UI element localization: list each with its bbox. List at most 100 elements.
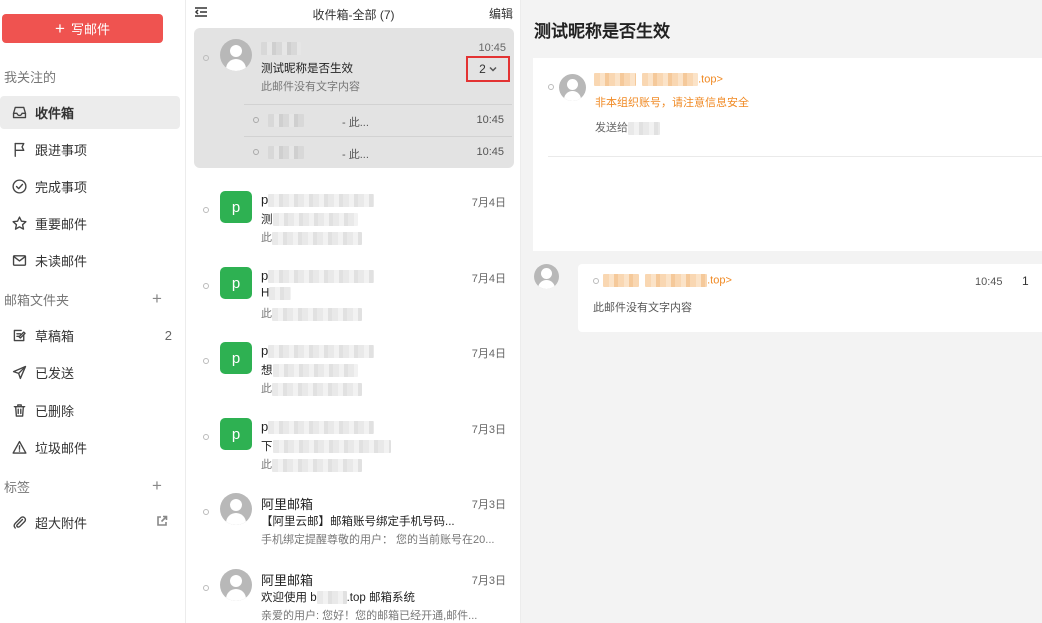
add-folder-icon[interactable]: +	[152, 290, 162, 307]
sub-preview: - 此...	[342, 149, 369, 161]
reply-sender-avatar	[534, 264, 559, 289]
mail-sender: 阿里邮箱	[261, 497, 314, 512]
mail-time: 7月3日	[471, 424, 506, 436]
unread-dot[interactable]	[203, 207, 209, 213]
mail-item[interactable]: p p 7月4日 H 此	[194, 256, 514, 326]
reading-pane: 测试昵称是否生效 .top> 非本组织账号，请注意信息安全 发送给 .top> …	[521, 0, 1042, 623]
subject-suffix: .top 邮箱系统	[346, 592, 415, 604]
star-icon	[10, 215, 28, 233]
reply-index: 1	[1022, 274, 1029, 288]
sidebar: + 写邮件 我关注的 收件箱 跟进事项 完成事项 重要邮件 未读邮件 邮箱文件夹…	[0, 0, 186, 623]
mail-item[interactable]: p p 7月3日 下 此	[194, 407, 514, 477]
nav-item-done[interactable]: 完成事项	[0, 170, 180, 203]
flag-icon	[10, 141, 28, 159]
external-warning: 非本组织账号，请注意信息安全	[595, 97, 749, 109]
drafts-count: 2	[164, 328, 172, 343]
add-tag-icon[interactable]: +	[152, 477, 162, 494]
thread-sub-item[interactable]: - 此... 10:45	[244, 136, 512, 167]
mail-list-title: 收件箱-全部 (7)	[312, 8, 395, 22]
draft-icon	[10, 327, 28, 345]
nav-item-large-attachment[interactable]: 超大附件	[0, 506, 180, 539]
sender-prefix: p	[261, 268, 269, 283]
nav-item-spam[interactable]: 垃圾邮件	[0, 431, 180, 464]
compose-button[interactable]: + 写邮件	[2, 14, 163, 43]
nav-item-follow-up[interactable]: 跟进事项	[0, 133, 180, 166]
redacted-sender	[268, 270, 375, 284]
mail-item-selected[interactable]: 10:45 测试昵称是否生效 此邮件没有文字内容 2 - 此... 10:45 …	[194, 28, 514, 168]
nav-item-deleted[interactable]: 已删除	[0, 394, 180, 427]
mail-item[interactable]: 阿里邮箱 7月3日 欢迎使用 b .top 邮箱系统 亲爱的用户: 您好！您的邮箱…	[194, 558, 514, 623]
redacted-subject	[269, 287, 292, 300]
sub-time: 10:45	[476, 146, 504, 158]
nav-label-large-attachment: 超大附件	[35, 516, 88, 531]
mail-item[interactable]: p p 7月4日 测 此	[194, 180, 514, 250]
mail-sender: p	[261, 419, 375, 435]
redacted-preview	[272, 382, 362, 396]
redacted-sender-address	[645, 274, 708, 287]
edit-button[interactable]: 编辑	[489, 5, 513, 22]
mail-subject: H	[261, 287, 501, 300]
mail-preview: 此	[261, 305, 501, 321]
nav-item-drafts[interactable]: 草稿箱 2	[0, 319, 180, 352]
mail-sender: p	[261, 343, 375, 359]
mail-time: 7月4日	[471, 348, 506, 360]
thread-count-toggle[interactable]: 2	[466, 56, 510, 82]
section-folders-title: 邮箱文件夹	[4, 293, 70, 308]
unread-dot[interactable]	[203, 55, 209, 61]
avatar	[220, 569, 252, 601]
avatar: p	[220, 418, 252, 450]
sub-dot	[253, 149, 259, 155]
envelope-icon	[10, 252, 28, 270]
check-circle-icon	[10, 178, 28, 196]
redacted-domain	[316, 591, 347, 605]
sub-time: 10:45	[476, 114, 504, 126]
external-link-icon[interactable]	[156, 515, 168, 530]
mail-subject: 【阿里云邮】邮箱账号绑定手机号码...	[261, 516, 455, 528]
unread-dot[interactable]	[593, 278, 599, 284]
unread-dot[interactable]	[203, 283, 209, 289]
mail-sender: p	[261, 192, 375, 208]
plus-icon: +	[55, 19, 65, 38]
divider	[548, 156, 1042, 157]
mail-sender: 阿里邮箱	[261, 573, 314, 588]
unread-dot[interactable]	[203, 434, 209, 440]
reply-body: 此邮件没有文字内容	[593, 302, 692, 314]
avatar	[220, 39, 252, 71]
unread-dot[interactable]	[203, 585, 209, 591]
sender-prefix: p	[261, 419, 269, 434]
send-icon	[10, 364, 28, 382]
nav-label-deleted: 已删除	[35, 404, 75, 419]
unread-dot[interactable]	[203, 509, 209, 515]
preview-prefix: 此	[261, 308, 272, 320]
mail-subject: 测试昵称是否生效	[261, 63, 353, 75]
nav-item-sent[interactable]: 已发送	[0, 356, 180, 389]
redacted-subject	[272, 364, 358, 378]
nav-label-inbox: 收件箱	[35, 106, 75, 121]
sub-preview: - 此...	[342, 117, 369, 129]
preview-prefix: 此	[261, 459, 272, 471]
mail-time: 10:45	[478, 42, 506, 54]
nav-item-unread[interactable]: 未读邮件	[0, 244, 180, 277]
reply-time: 10:45	[975, 276, 1003, 288]
mail-preview: 此邮件没有文字内容	[261, 81, 360, 93]
redacted-sender	[261, 42, 301, 56]
mail-item[interactable]: 阿里邮箱 7月3日 【阿里云邮】邮箱账号绑定手机号码... 手机绑定提醒尊敬的用…	[194, 482, 514, 552]
preview-prefix: 此	[261, 232, 272, 244]
redacted-sender-address	[642, 73, 699, 86]
unread-dot[interactable]	[203, 358, 209, 364]
to-label: 发送给	[595, 122, 628, 134]
redacted-preview	[272, 231, 362, 245]
nav-label-drafts: 草稿箱	[35, 329, 75, 344]
mail-item[interactable]: p p 7月4日 想 此	[194, 331, 514, 401]
thread-message-card[interactable]: .top> 10:45 1 此邮件没有文字内容	[578, 264, 1042, 332]
subject-prefix: 测	[261, 214, 273, 226]
nav-item-inbox[interactable]: 收件箱	[0, 96, 180, 129]
thread-sub-item[interactable]: - 此... 10:45	[244, 104, 512, 135]
avatar	[220, 493, 252, 525]
mail-time: 7月3日	[471, 499, 506, 511]
collapse-sidebar-icon[interactable]	[194, 5, 208, 19]
sub-sender	[268, 114, 304, 127]
mail-preview: 手机绑定提醒尊敬的用户： 您的当前账号在20...	[261, 534, 495, 546]
nav-item-important[interactable]: 重要邮件	[0, 207, 180, 240]
unread-dot[interactable]	[548, 84, 554, 90]
